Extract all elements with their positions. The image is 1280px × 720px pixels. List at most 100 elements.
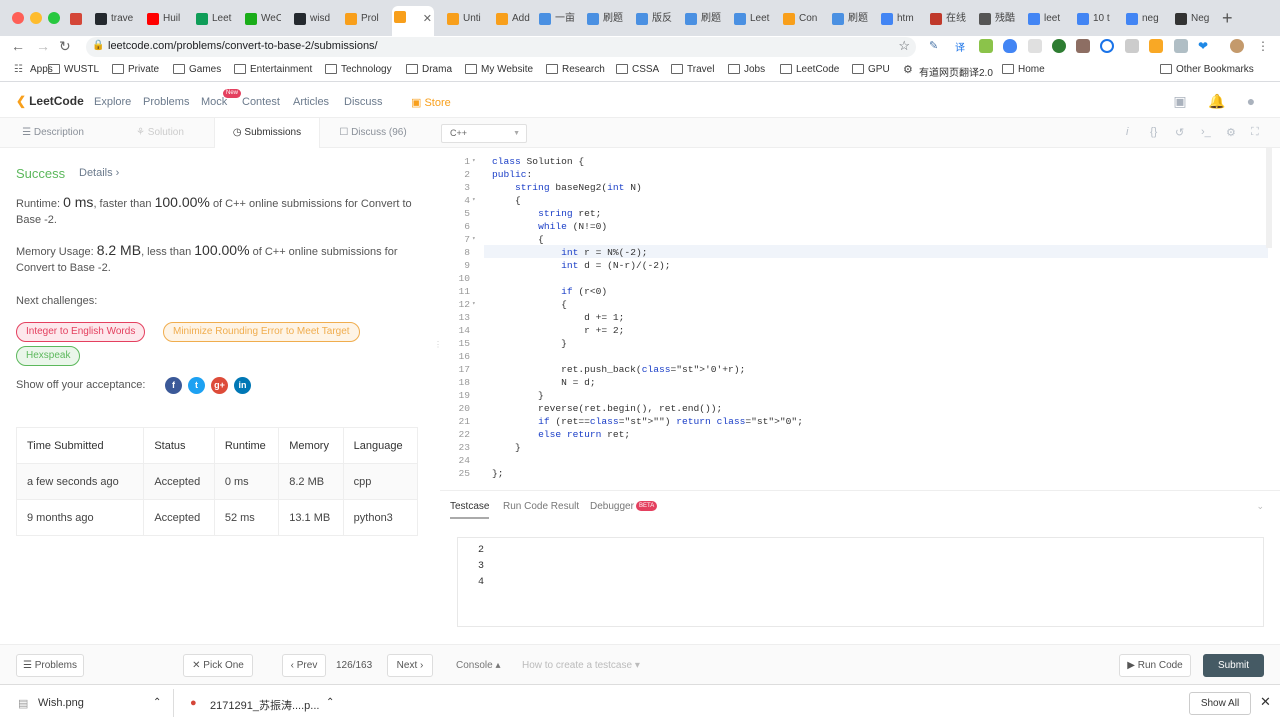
browser-tab[interactable]: Leet xyxy=(732,8,772,30)
chrome-extension-icon[interactable] xyxy=(1100,39,1114,53)
omnibox[interactable]: 🔒 leetcode.com/problems/convert-to-base-… xyxy=(86,37,916,57)
bookmark-item[interactable]: Other Bookmarks xyxy=(1160,64,1254,75)
testcase-input[interactable]: 2 3 4 xyxy=(457,537,1264,627)
editor-scrollbar[interactable] xyxy=(1266,148,1272,248)
problems-button[interactable]: ☰ Problems xyxy=(16,654,84,677)
tab-discuss[interactable]: ☐ Discuss (96) xyxy=(320,118,426,148)
browser-tab[interactable]: Unti xyxy=(445,8,483,30)
nav-problems[interactable]: Problems xyxy=(143,96,189,108)
bookmark-item[interactable]: GPU xyxy=(852,64,890,75)
browser-tab[interactable]: 版反 xyxy=(634,8,674,30)
challenge-chip[interactable]: Integer to English Words xyxy=(16,322,146,342)
tab-solution[interactable]: ⚘ Solution xyxy=(106,118,214,148)
close-tab-icon[interactable]: ✕ xyxy=(423,6,432,32)
close-window-button[interactable] xyxy=(12,12,24,24)
download-item[interactable]: Wish.png xyxy=(38,697,84,709)
browser-tab[interactable]: 残酷 xyxy=(977,8,1017,30)
folder-extension-icon[interactable] xyxy=(1149,39,1163,53)
heart-extension-icon[interactable]: ❤ xyxy=(1198,39,1212,53)
tab-description[interactable]: ☰ Description xyxy=(0,118,106,148)
tab-submissions[interactable]: ◷ Submissions xyxy=(214,118,320,148)
profile-avatar[interactable] xyxy=(1230,39,1244,53)
browser-tab[interactable]: WeC xyxy=(243,8,281,30)
nav-contest[interactable]: Contest xyxy=(242,96,280,108)
submit-button[interactable]: Submit xyxy=(1203,654,1264,677)
run-code-button[interactable]: ▶ Run Code xyxy=(1119,654,1191,677)
browser-tab[interactable]: 刷题 xyxy=(585,8,625,30)
browser-tab[interactable]: Con xyxy=(781,8,821,30)
chevron-up-icon[interactable]: ⌃ xyxy=(326,697,334,708)
bookmark-item[interactable]: CSSA xyxy=(616,64,659,75)
pick-one-button[interactable]: ✕ Pick One xyxy=(183,654,253,677)
reset-icon[interactable]: ↺ xyxy=(1175,126,1184,139)
user-avatar-icon[interactable]: ● xyxy=(1243,93,1259,109)
next-button[interactable]: Next › xyxy=(387,654,433,677)
bookmark-item[interactable]: Drama xyxy=(406,64,452,75)
table-row[interactable]: a few seconds ago Accepted 0 ms 8.2 MB cpp xyxy=(15,463,418,500)
bookmark-item[interactable]: WUSTL xyxy=(48,64,99,75)
playground-icon[interactable]: ▣ xyxy=(1172,93,1188,109)
download-item[interactable]: 2171291_苏振涛....p... xyxy=(210,697,319,713)
tab-debugger[interactable]: Debugger xyxy=(590,501,634,512)
details-link[interactable]: Details › xyxy=(79,167,119,179)
browser-tab[interactable]: Huil xyxy=(145,8,183,30)
browser-tab[interactable]: 刷题 xyxy=(830,8,870,30)
browser-tab[interactable]: 在线 xyxy=(928,8,968,30)
browser-tab[interactable]: htm xyxy=(879,8,919,30)
browser-tab[interactable]: trave xyxy=(93,8,133,30)
fullscreen-icon[interactable]: ⛶ xyxy=(1251,126,1259,139)
browser-tab[interactable]: neg xyxy=(1124,8,1164,30)
fold-icon[interactable]: ▾ xyxy=(472,157,476,164)
shield-extension-icon[interactable] xyxy=(1003,39,1017,53)
page-extension-icon[interactable] xyxy=(1125,39,1139,53)
translate-extension-icon[interactable]: 译 xyxy=(955,39,969,54)
chrome-menu-icon[interactable]: ⋮ xyxy=(1256,39,1270,53)
notification-bell-icon[interactable]: 🔔 xyxy=(1208,93,1225,109)
fold-icon[interactable]: ▾ xyxy=(472,300,476,307)
nav-mock[interactable]: Mock xyxy=(201,96,227,108)
fold-icon[interactable]: ▾ xyxy=(472,235,476,242)
bookmark-item[interactable]: My Website xyxy=(465,64,533,75)
prev-button[interactable]: ‹ Prev xyxy=(282,654,326,677)
browser-tab[interactable]: wisd xyxy=(292,8,332,30)
browser-tab[interactable]: Neg xyxy=(1173,8,1217,30)
code-editor[interactable]: 1 ▾ class Solution {2 public: 3 string baseN… xyxy=(440,148,1280,490)
browser-tab[interactable] xyxy=(68,8,86,30)
show-all-downloads-button[interactable]: Show All xyxy=(1189,692,1251,715)
bookmark-item[interactable]: Games xyxy=(173,64,221,75)
table-row[interactable]: 9 months ago Accepted 52 ms 13.1 MB python3 xyxy=(15,499,418,536)
leetcode-logo[interactable]: ❮ LeetCode xyxy=(16,94,84,108)
google-plus-icon[interactable]: g+ xyxy=(211,377,228,394)
how-to-testcase-link[interactable]: How to create a testcase ▾ xyxy=(522,660,640,671)
bookmark-item[interactable]: Travel xyxy=(671,64,714,75)
bookmark-item[interactable]: Research xyxy=(546,64,605,75)
browser-tab[interactable]: Add xyxy=(494,8,532,30)
browser-tab[interactable]: Prol xyxy=(343,8,381,30)
tab-testcase[interactable]: Testcase xyxy=(450,501,490,519)
bookmark-star-icon[interactable]: ☆ xyxy=(898,38,910,54)
nav-store[interactable]: ▣ Store xyxy=(411,96,451,109)
pen-extension-icon[interactable]: ✎ xyxy=(929,39,943,53)
console-toggle[interactable]: Console ▴ xyxy=(456,660,501,671)
tab-extension-icon[interactable] xyxy=(1028,39,1042,53)
nav-explore[interactable]: Explore xyxy=(94,96,131,108)
challenge-chip[interactable]: Hexspeak xyxy=(16,346,81,366)
terminal-icon[interactable]: ›_ xyxy=(1201,126,1211,138)
evernote-extension-icon[interactable] xyxy=(979,39,993,53)
bookmark-item[interactable]: Jobs xyxy=(728,64,765,75)
linkedin-icon[interactable]: in xyxy=(234,377,251,394)
table-cell[interactable]: Accepted xyxy=(143,499,215,536)
browser-tab[interactable]: leet xyxy=(1026,8,1066,30)
facebook-icon[interactable]: f xyxy=(165,377,182,394)
info-icon[interactable]: i xyxy=(1126,126,1128,138)
bookmark-item[interactable]: LeetCode xyxy=(780,64,839,75)
back-icon[interactable]: ← xyxy=(11,38,25,54)
bookmark-item[interactable]: ⚙ 有道网页翻译2.0 xyxy=(903,64,993,79)
url-text[interactable]: leetcode.com/problems/convert-to-base-2/… xyxy=(108,40,378,52)
challenge-chip[interactable]: Minimize Rounding Error to Meet Target xyxy=(163,322,360,342)
fold-icon[interactable]: ▾ xyxy=(472,196,476,203)
browser-tab[interactable]: ✕ xyxy=(392,6,434,36)
bookmark-item[interactable]: Home xyxy=(1002,64,1045,75)
forward-icon[interactable]: → xyxy=(36,38,50,54)
browser-tab[interactable]: 刷题 xyxy=(683,8,723,30)
